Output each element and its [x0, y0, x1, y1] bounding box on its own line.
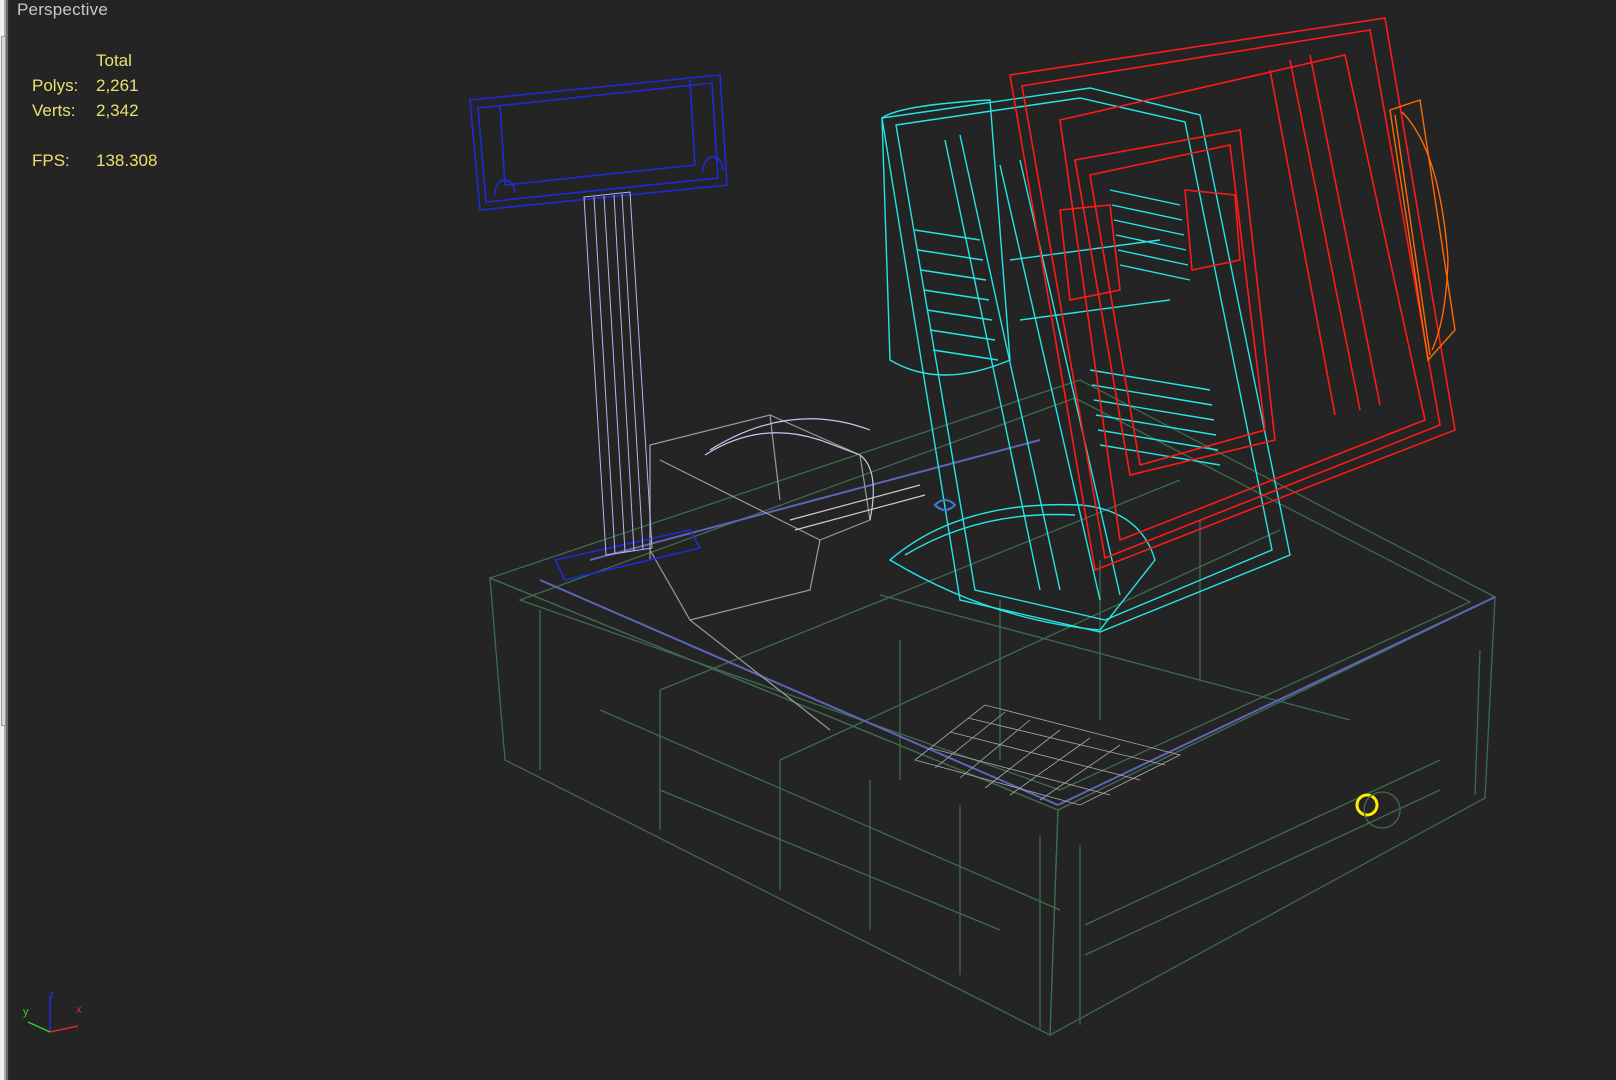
drawer-mesh [914, 704, 1182, 806]
receipt-printer[interactable] [649, 414, 926, 731]
card-reader[interactable] [1389, 99, 1456, 362]
display-pole[interactable] [583, 191, 653, 556]
x-axis-label: x [76, 1004, 82, 1016]
y-axis-line [27, 1021, 51, 1033]
axis-gizmo: z x y [23, 989, 82, 1033]
cash-drawer[interactable] [488, 379, 1497, 1037]
perspective-viewport[interactable]: Perspective Total Polys: 2,261 Verts: 2,… [0, 0, 1616, 1080]
z-axis-label: z [49, 989, 55, 1001]
touch-monitor-screen[interactable] [1009, 17, 1456, 572]
y-axis-label: y [23, 1006, 29, 1018]
drawer-lock[interactable] [1355, 791, 1401, 829]
x-axis-line [49, 1025, 79, 1033]
drawer-top-edge [539, 439, 1496, 806]
wireframe-scene[interactable] [0, 0, 1616, 1080]
pole-display[interactable] [469, 74, 728, 581]
touch-monitor-housing[interactable] [881, 87, 1291, 633]
